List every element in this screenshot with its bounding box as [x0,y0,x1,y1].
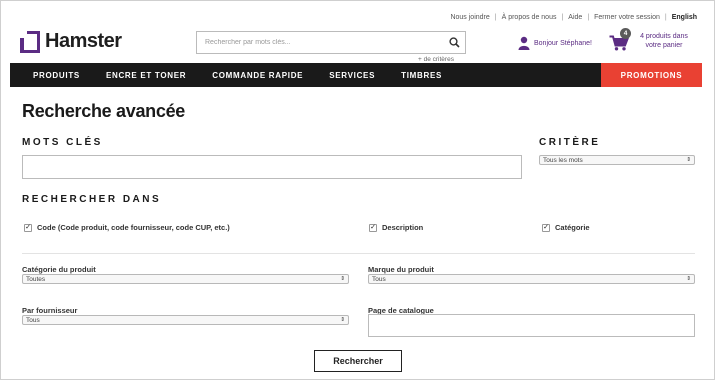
main-nav: PRODUITS ENCRE ET TONER COMMANDE RAPIDE … [10,63,702,87]
separator: | [561,14,564,21]
search-submit-button[interactable]: Rechercher [314,350,402,372]
separator: | [494,14,497,21]
criteria-select[interactable]: Tous les mots ⇕ [539,155,695,165]
category-label: Catégorie du produit [22,265,96,274]
more-criteria-link[interactable]: + de critères [418,56,454,63]
nav-item-services[interactable]: SERVICES [316,63,388,87]
user-account[interactable]: Bonjour Stéphane! [518,36,592,50]
search-bar [196,31,466,54]
search-input[interactable] [197,39,443,46]
search-in-heading: RECHERCHER DANS [22,194,162,205]
user-icon [518,36,530,50]
logo-text: Hamster [45,30,122,52]
checkbox-code[interactable]: ✓ Code (Code produit, code fournisseur, … [24,223,230,232]
link-contact[interactable]: Nous joindre [450,14,489,21]
checkbox-description[interactable]: ✓ Description [369,223,423,232]
cart[interactable]: 4 4 produits dans votre panier [609,28,693,53]
brand-select[interactable]: Tous ⇕ [368,274,695,284]
link-help[interactable]: Aide [568,14,582,21]
cart-icon: 4 [609,28,631,53]
criteria-heading: CRITÈRE [539,137,601,148]
checkbox-checked-icon: ✓ [369,223,377,232]
category-select-value: Toutes [26,275,46,283]
nav-item-stamps[interactable]: TIMBRES [388,63,455,87]
checkbox-code-label: Code (Code produit, code fournisseur, co… [37,223,230,232]
logo-mark-icon [20,30,40,53]
search-icon[interactable] [443,32,465,53]
keywords-input[interactable] [22,155,522,179]
separator: | [587,14,590,21]
select-arrows-icon: ⇕ [340,276,345,282]
criteria-select-value: Tous les mots [543,156,583,164]
checkbox-checked-icon: ✓ [542,223,550,232]
link-language-english[interactable]: English [672,14,697,21]
select-arrows-icon: ⇕ [686,157,691,163]
nav-spacer [455,63,601,87]
nav-item-products[interactable]: PRODUITS [10,63,93,87]
utility-links: Nous joindre | À propos de nous | Aide |… [450,14,697,21]
nav-item-ink-toner[interactable]: ENCRE ET TONER [93,63,199,87]
catalog-page-input[interactable] [368,314,695,337]
divider [22,253,695,254]
cart-label: 4 produits dans votre panier [640,33,688,49]
checkbox-description-label: Description [382,223,424,232]
link-about[interactable]: À propos de nous [502,14,557,21]
separator: | [664,14,667,21]
checkbox-checked-icon: ✓ [24,223,32,232]
keywords-heading: MOTS CLÉS [22,137,103,148]
supplier-select-value: Tous [26,316,40,324]
supplier-label: Par fournisseur [22,306,78,315]
brand-label: Marque du produit [368,265,434,274]
logo[interactable]: Hamster [20,30,122,53]
checkbox-category-label: Catégorie [555,223,590,232]
category-select[interactable]: Toutes ⇕ [22,274,349,284]
page-title: Recherche avancée [22,101,186,121]
supplier-select[interactable]: Tous ⇕ [22,315,349,325]
select-arrows-icon: ⇕ [340,317,345,323]
brand-select-value: Tous [372,275,386,283]
checkbox-category[interactable]: ✓ Catégorie [542,223,590,232]
nav-item-quick-order[interactable]: COMMANDE RAPIDE [199,63,316,87]
link-logout[interactable]: Fermer votre session [594,14,660,21]
cart-count-badge: 4 [620,28,631,39]
select-arrows-icon: ⇕ [686,276,691,282]
user-greeting: Bonjour Stéphane! [534,39,592,47]
nav-item-promotions[interactable]: PROMOTIONS [601,63,702,87]
